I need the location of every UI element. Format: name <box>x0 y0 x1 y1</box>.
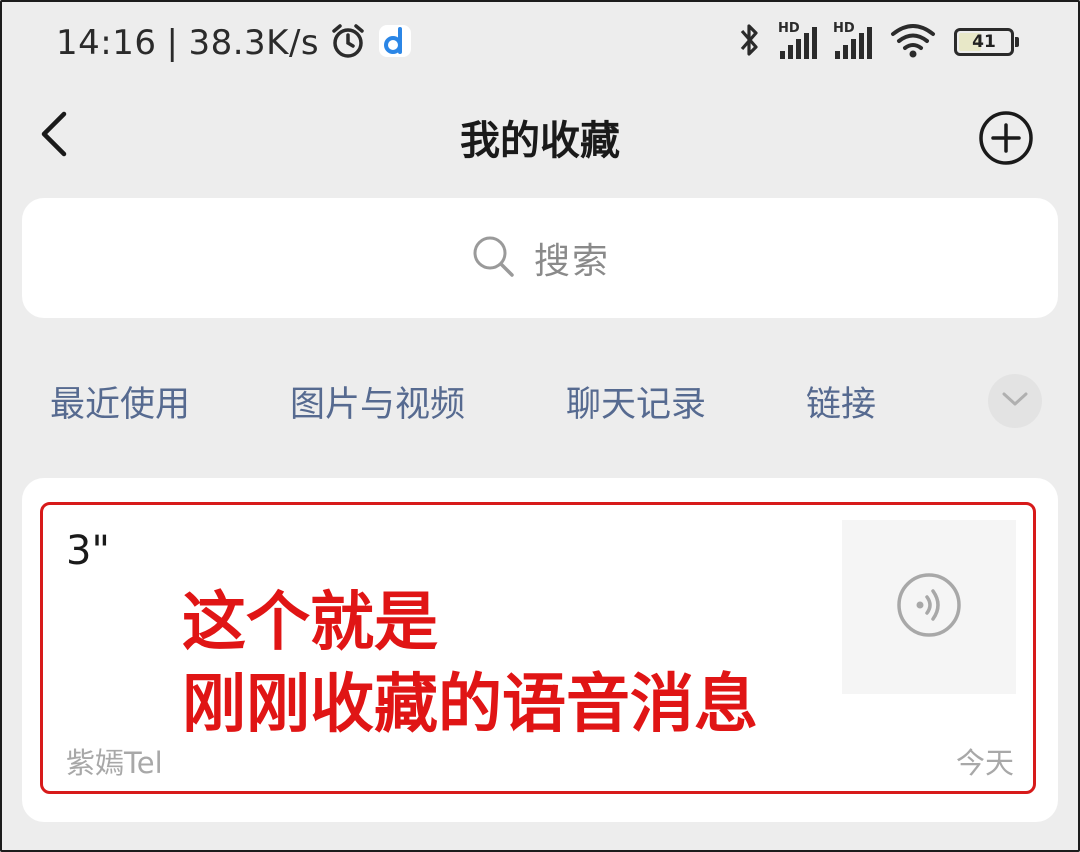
tab-recent[interactable]: 最近使用 <box>50 376 190 427</box>
alarm-icon <box>329 22 367 64</box>
voice-thumbnail <box>842 520 1016 694</box>
favorite-source: 紫嫣Tel <box>66 746 163 780</box>
tabs-expand-button[interactable] <box>988 374 1042 428</box>
voice-icon <box>896 572 962 642</box>
header: 我的收藏 <box>0 86 1080 186</box>
hd-label: HD <box>778 21 800 36</box>
hd-signal-icon: HD <box>833 21 872 59</box>
search-input[interactable]: 搜索 <box>22 198 1058 318</box>
app-d-icon <box>377 23 413 63</box>
status-left: 14:16 | 38.3K/s <box>56 20 413 66</box>
filter-tabs: 最近使用 图片与视频 聊天记录 链接 <box>0 360 1080 440</box>
wifi-icon <box>890 22 936 62</box>
bluetooth-icon <box>736 21 762 63</box>
tab-links[interactable]: 链接 <box>806 376 876 427</box>
search-icon <box>470 233 516 283</box>
favorite-item-voice[interactable]: 3" 这个就是 刚刚收藏的语音消息 紫嫣Tel 今天 <box>22 478 1058 822</box>
annotation-line-1: 这个就是 <box>182 586 438 660</box>
status-separator: | <box>166 23 179 63</box>
status-right: HD HD 41 <box>736 18 1019 66</box>
status-time: 14:16 <box>56 23 157 63</box>
chevron-down-icon <box>1001 390 1029 412</box>
hd-label: HD <box>833 21 855 36</box>
network-speed: 38.3K/s <box>188 23 320 63</box>
plus-circle-icon <box>978 111 1034 170</box>
annotation-text: 这个就是 刚刚收藏的语音消息 <box>182 582 758 746</box>
hd-signal-icon: HD <box>778 21 817 59</box>
battery-icon: 41 <box>954 28 1019 56</box>
tab-chat-records[interactable]: 聊天记录 <box>566 376 706 427</box>
add-button[interactable] <box>978 110 1034 166</box>
page-title: 我的收藏 <box>460 118 620 164</box>
battery-level: 41 <box>972 32 996 52</box>
favorite-date: 今天 <box>955 746 1014 780</box>
voice-duration: 3" <box>66 528 110 574</box>
search-placeholder: 搜索 <box>533 241 610 282</box>
annotation-line-2: 刚刚收藏的语音消息 <box>182 668 758 742</box>
tab-images-videos[interactable]: 图片与视频 <box>290 376 465 427</box>
status-bar: 14:16 | 38.3K/s HD HD 41 <box>0 0 1080 86</box>
